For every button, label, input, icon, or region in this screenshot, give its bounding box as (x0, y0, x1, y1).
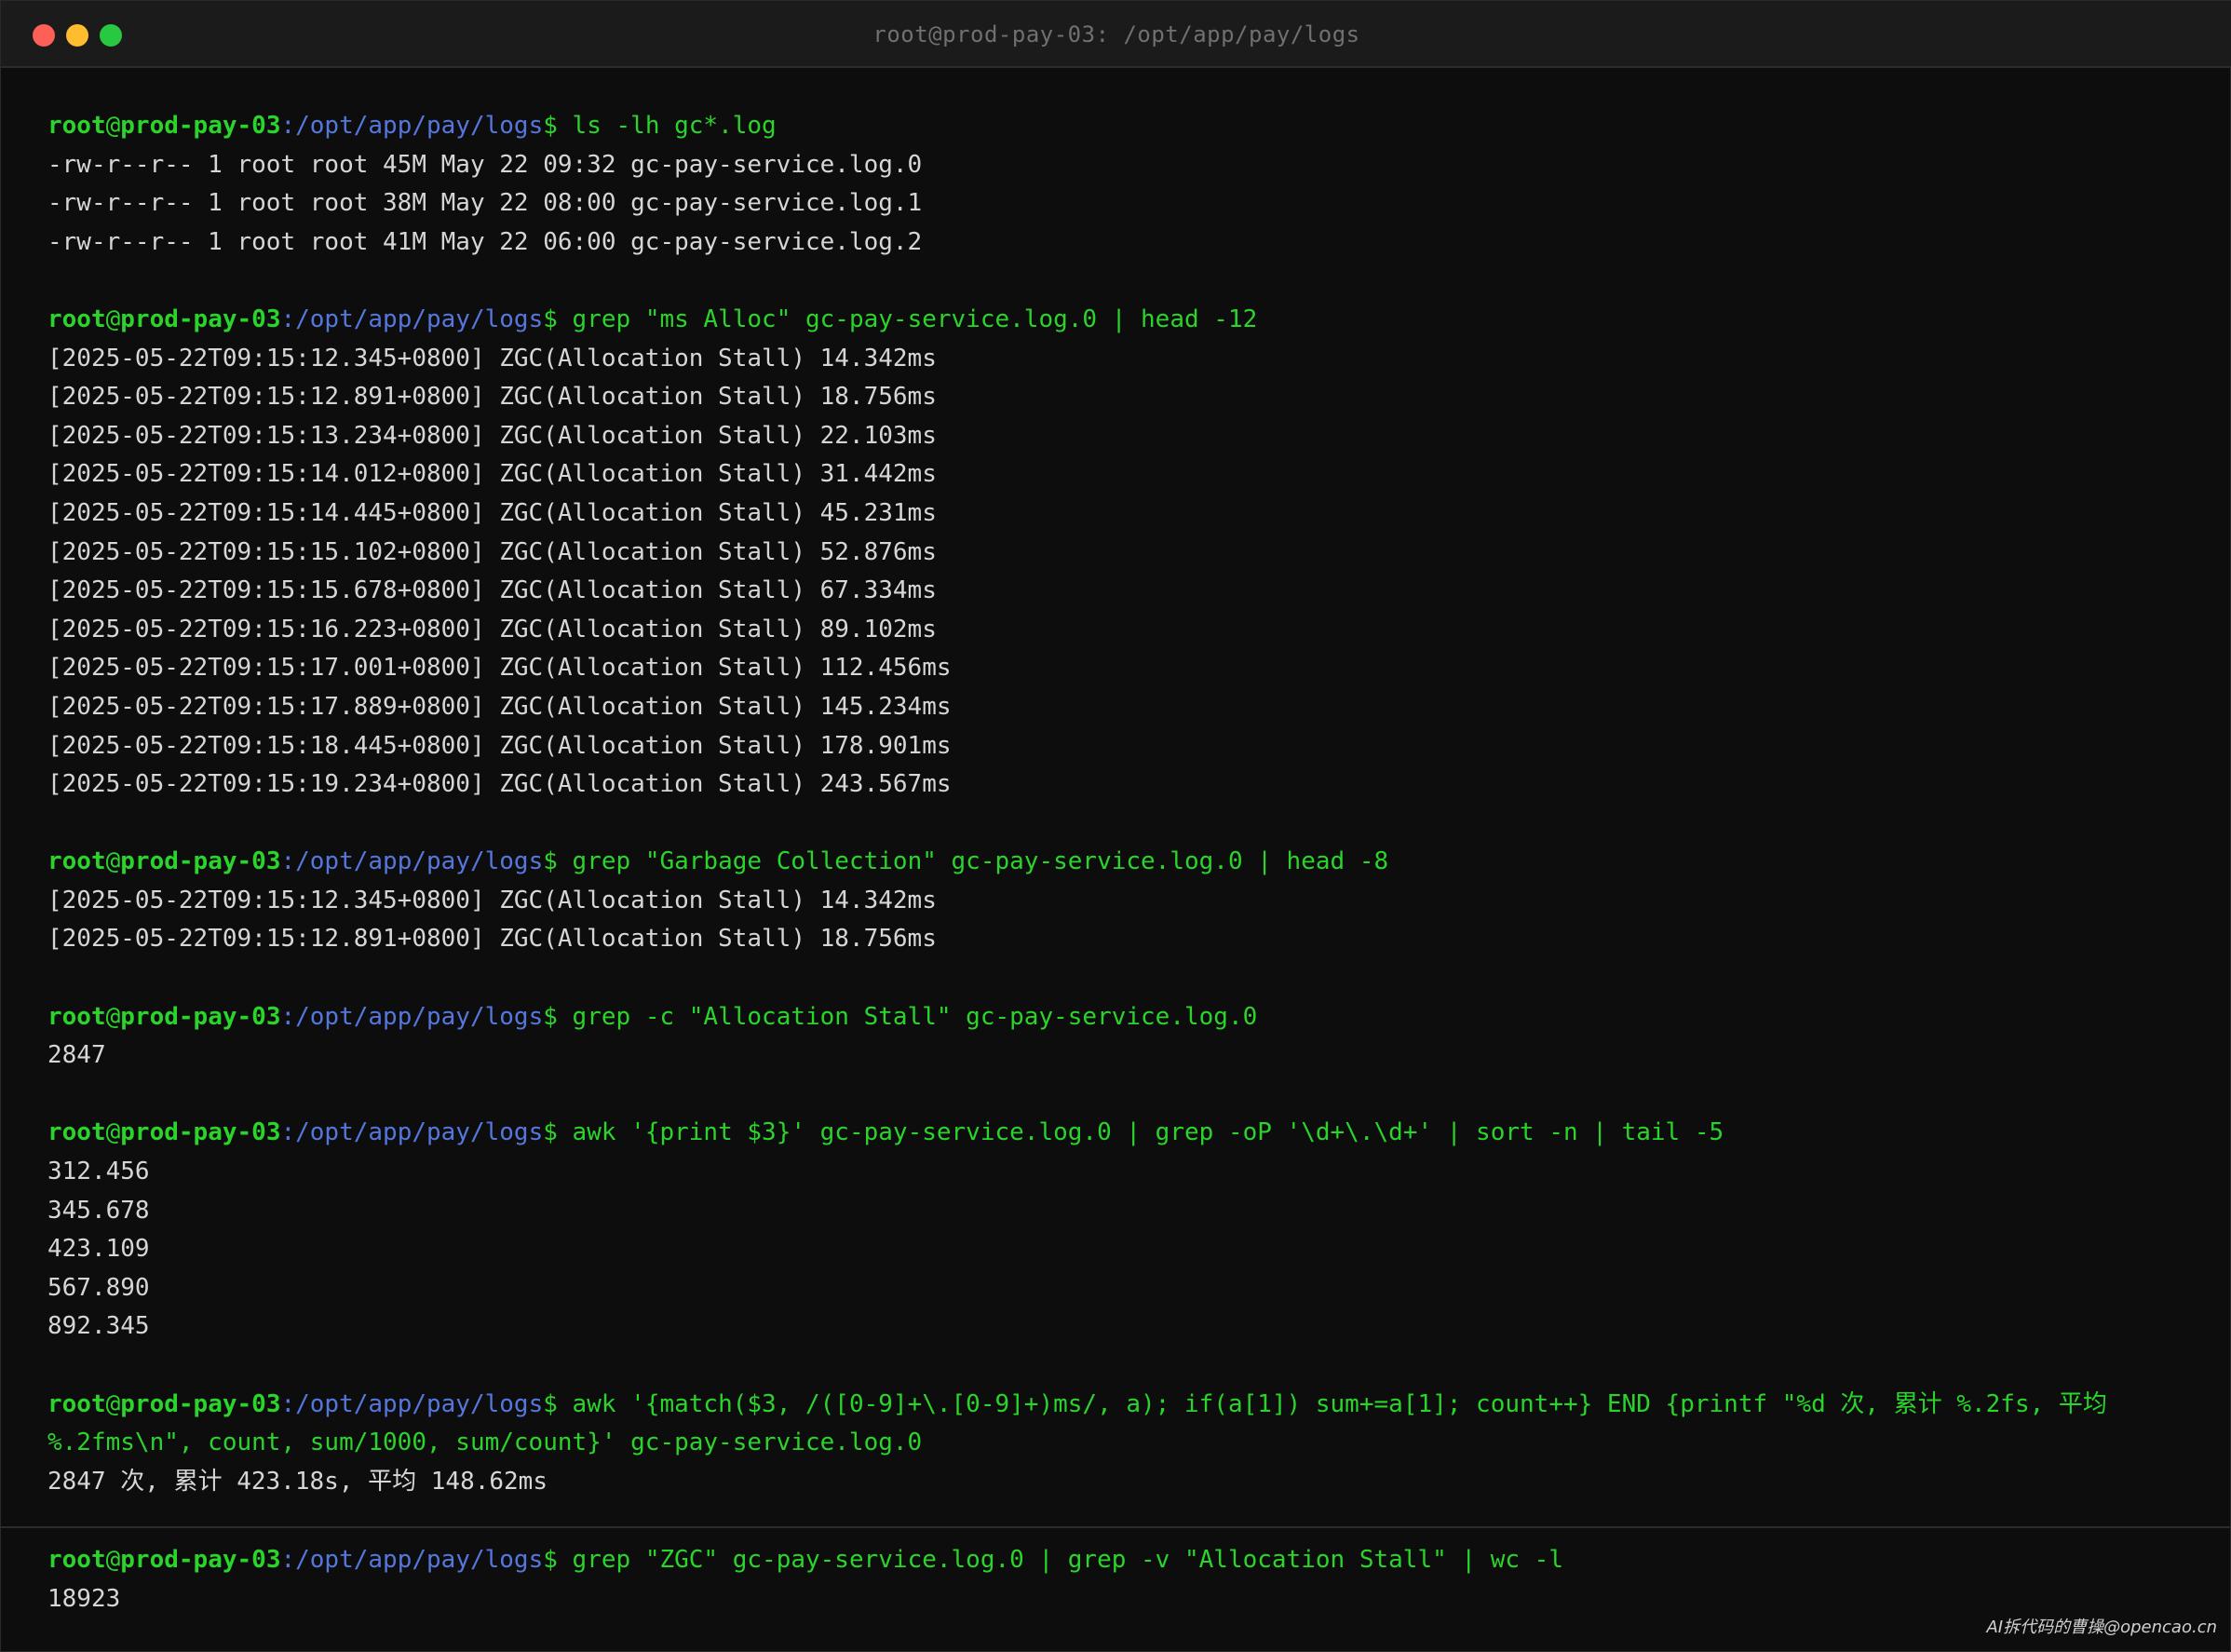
prompt-user: root (47, 112, 106, 140)
output-line: 567.890 (47, 1273, 150, 1302)
prompt-user: root (47, 1546, 106, 1574)
prompt-at: @ (105, 1546, 121, 1574)
prompt-path: :/opt/app/pay/logs (280, 1002, 544, 1031)
prompt-at: @ (105, 1389, 121, 1418)
prompt-host: prod-pay-03 (120, 1389, 281, 1418)
output-line: [2025-05-22T09:15:15.678+0800] ZGC(Alloc… (47, 576, 937, 605)
prompt-user: root (47, 847, 106, 876)
prompt-dollar: $ (543, 1389, 558, 1418)
prompt-host: prod-pay-03 (120, 1002, 281, 1031)
prompt-path: :/opt/app/pay/logs (280, 112, 544, 140)
command-text: grep "ZGC" gc-pay-service.log.0 | grep -… (572, 1546, 1563, 1574)
prompt-path: :/opt/app/pay/logs (280, 1389, 544, 1418)
prompt-line: root@prod-pay-03:/opt/app/pay/logs$ grep… (47, 998, 2189, 1037)
prompt-user: root (47, 1118, 106, 1147)
prompt-at: @ (105, 1002, 121, 1031)
output-line: [2025-05-22T09:15:16.223+0800] ZGC(Alloc… (47, 615, 937, 643)
prompt-dollar: $ (543, 847, 558, 876)
output-line: [2025-05-22T09:15:12.345+0800] ZGC(Alloc… (47, 344, 937, 372)
prompt-at: @ (105, 112, 121, 140)
output-line: [2025-05-22T09:15:13.234+0800] ZGC(Alloc… (47, 421, 937, 450)
prompt-line: root@prod-pay-03:/opt/app/pay/logs$ grep… (47, 1541, 2189, 1580)
prompt-at: @ (105, 1118, 121, 1147)
prompt-host: prod-pay-03 (120, 847, 281, 876)
command-text: grep -c "Allocation Stall" gc-pay-servic… (572, 1002, 1258, 1031)
prompt-path: :/opt/app/pay/logs (280, 1546, 544, 1574)
prompt-user: root (47, 305, 106, 333)
command-text-continuation: %.2fms\n", count, sum/1000, sum/count}' … (47, 1429, 923, 1457)
command-text: grep "ms Alloc" gc-pay-service.log.0 | h… (572, 305, 1258, 333)
window-title: root@prod-pay-03: /opt/app/pay/logs (872, 21, 1360, 47)
prompt-host: prod-pay-03 (120, 112, 281, 140)
prompt-at: @ (105, 847, 121, 876)
prompt-path: :/opt/app/pay/logs (280, 305, 544, 333)
title-bar: root@prod-pay-03: /opt/app/pay/logs (1, 1, 2231, 68)
watermark-text: AI拆代码的曹操@opencao.cn (1986, 1618, 2217, 1637)
output-line: 345.678 (47, 1196, 150, 1225)
output-line: 18923 (47, 1584, 121, 1613)
output-line: -rw-r--r-- 1 root root 41M May 22 06:00 … (47, 227, 923, 256)
output-line: [2025-05-22T09:15:17.889+0800] ZGC(Alloc… (47, 692, 952, 721)
output-line: 892.345 (47, 1312, 150, 1341)
output-line: [2025-05-22T09:15:19.234+0800] ZGC(Alloc… (47, 770, 952, 799)
prompt-dollar: $ (543, 1118, 558, 1147)
output-line: 423.109 (47, 1235, 150, 1264)
command-text: awk '{print $3}' gc-pay-service.log.0 | … (572, 1118, 1724, 1147)
output-line: 2847 (47, 1041, 106, 1070)
prompt-dollar: $ (543, 1002, 558, 1031)
output-line: [2025-05-22T09:15:18.445+0800] ZGC(Alloc… (47, 731, 952, 760)
output-line: -rw-r--r-- 1 root root 38M May 22 08:00 … (47, 189, 923, 218)
command-text: ls -lh gc*.log (572, 112, 777, 140)
output-line: [2025-05-22T09:15:12.891+0800] ZGC(Alloc… (47, 383, 937, 412)
prompt-path: :/opt/app/pay/logs (280, 847, 544, 876)
command-text: awk '{match($3, /([0-9]+\.[0-9]+)ms/, a)… (572, 1389, 2107, 1418)
output-line: [2025-05-22T09:15:12.891+0800] ZGC(Alloc… (47, 925, 937, 954)
prompt-host: prod-pay-03 (120, 1118, 281, 1147)
output-line: [2025-05-22T09:15:14.012+0800] ZGC(Alloc… (47, 460, 937, 489)
terminal-output[interactable]: root@prod-pay-03:/opt/app/pay/logs$ ls -… (47, 107, 2189, 1501)
output-line: 312.456 (47, 1158, 150, 1186)
output-line: [2025-05-22T09:15:12.345+0800] ZGC(Alloc… (47, 886, 937, 914)
prompt-line: root@prod-pay-03:/opt/app/pay/logs$ grep… (47, 301, 2189, 340)
command-text: grep "Garbage Collection" gc-pay-service… (572, 847, 1389, 876)
prompt-at: @ (105, 305, 121, 333)
prompt-user: root (47, 1002, 106, 1031)
prompt-host: prod-pay-03 (120, 1546, 281, 1574)
prompt-dollar: $ (543, 112, 558, 140)
prompt-host: prod-pay-03 (120, 305, 281, 333)
prompt-line: root@prod-pay-03:/opt/app/pay/logs$ grep… (47, 843, 2189, 882)
output-line: 2847 次, 累计 423.18s, 平均 148.62ms (47, 1467, 548, 1496)
pane-divider (1, 1526, 2231, 1528)
output-line: [2025-05-22T09:15:17.001+0800] ZGC(Alloc… (47, 654, 952, 683)
terminal-window: root@prod-pay-03: /opt/app/pay/logs root… (0, 0, 2231, 1652)
prompt-path: :/opt/app/pay/logs (280, 1118, 544, 1147)
prompt-line: root@prod-pay-03:/opt/app/pay/logs$ ls -… (47, 107, 2189, 146)
prompt-dollar: $ (543, 305, 558, 333)
output-line: [2025-05-22T09:15:15.102+0800] ZGC(Alloc… (47, 537, 937, 566)
output-line: -rw-r--r-- 1 root root 45M May 22 09:32 … (47, 150, 923, 179)
prompt-line: root@prod-pay-03:/opt/app/pay/logs$ awk … (47, 1386, 2189, 1425)
prompt-dollar: $ (543, 1546, 558, 1574)
prompt-line: root@prod-pay-03:/opt/app/pay/logs$ awk … (47, 1114, 2189, 1153)
output-line: [2025-05-22T09:15:14.445+0800] ZGC(Alloc… (47, 498, 937, 527)
terminal-lower-region[interactable]: root@prod-pay-03:/opt/app/pay/logs$ grep… (47, 1541, 2189, 1618)
prompt-user: root (47, 1389, 106, 1418)
